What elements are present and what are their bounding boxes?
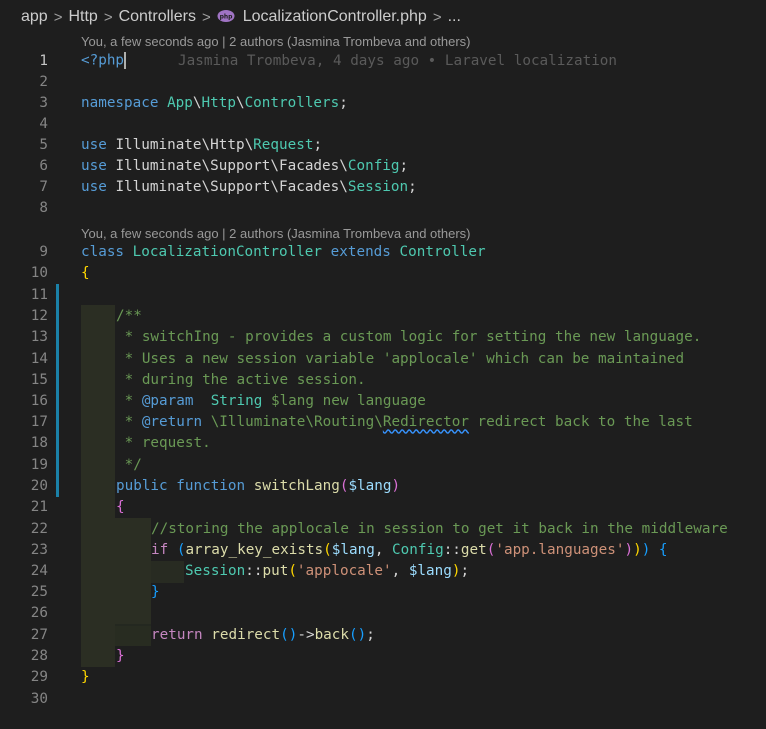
breadcrumb-file[interactable]: LocalizationController.php bbox=[243, 8, 427, 26]
doc-comment-param: * @param String $lang new language bbox=[116, 392, 426, 409]
line-number: 24 bbox=[30, 562, 48, 579]
line-number: 17 bbox=[30, 413, 48, 430]
line-number: 3 bbox=[39, 94, 48, 111]
line-number: 23 bbox=[30, 541, 48, 558]
doc-comment-line: * Uses a new session variable 'applocale… bbox=[116, 350, 685, 367]
code-editor[interactable]: You, a few seconds ago | 2 authors (Jasm… bbox=[0, 34, 766, 729]
php-open-tag: <?php bbox=[81, 52, 125, 69]
function-close-brace: } bbox=[116, 647, 125, 664]
line-number: 14 bbox=[30, 350, 48, 367]
line-number: 4 bbox=[39, 115, 48, 132]
function-open-brace: { bbox=[116, 498, 125, 515]
doc-comment-line: /** bbox=[116, 307, 142, 324]
line-number: 27 bbox=[30, 626, 48, 643]
line-number: 13 bbox=[30, 328, 48, 345]
line-number: 5 bbox=[39, 136, 48, 153]
line-number: 22 bbox=[30, 520, 48, 537]
return-statement: return redirect()->back(); bbox=[151, 626, 375, 643]
if-close-brace: } bbox=[151, 583, 160, 600]
doc-comment-line: * switchIng - provides a custom logic fo… bbox=[116, 328, 702, 345]
breadcrumb-http[interactable]: Http bbox=[68, 8, 97, 26]
line-number: 11 bbox=[30, 286, 48, 303]
line-number: 7 bbox=[39, 178, 48, 195]
line-number: 21 bbox=[30, 498, 48, 515]
doc-comment-line: * request. bbox=[116, 434, 211, 451]
line-number: 19 bbox=[30, 456, 48, 473]
line-number: 12 bbox=[30, 307, 48, 324]
php-file-icon: php bbox=[217, 9, 237, 26]
breadcrumb-more[interactable]: ... bbox=[448, 8, 461, 26]
function-declaration: public function switchLang($lang) bbox=[116, 477, 401, 494]
line-number: 30 bbox=[30, 690, 48, 707]
line-number: 8 bbox=[39, 199, 48, 216]
line-number: 18 bbox=[30, 434, 48, 451]
breadcrumb-app[interactable]: app bbox=[21, 8, 48, 26]
breadcrumb-controllers[interactable]: Controllers bbox=[119, 8, 196, 26]
line-number: 2 bbox=[39, 73, 48, 90]
namespace-statement: namespace App\Http\Controllers; bbox=[81, 94, 348, 111]
chevron-right-icon: > bbox=[103, 8, 113, 26]
class-close-brace: } bbox=[81, 668, 90, 685]
unresolved-type-warning[interactable]: Redirector bbox=[383, 414, 469, 430]
class-open-brace: { bbox=[81, 264, 90, 281]
if-statement: if (array_key_exists($lang, Config::get(… bbox=[151, 541, 668, 558]
line-number: 29 bbox=[30, 668, 48, 685]
use-statement: use Illuminate\Support\Facades\Session; bbox=[81, 178, 417, 195]
line-number: 15 bbox=[30, 371, 48, 388]
class-declaration: class LocalizationController extends Con… bbox=[81, 243, 486, 260]
doc-comment-return: * @return \Illuminate\Routing\Redirector… bbox=[116, 413, 693, 430]
doc-comment-line: * during the active session. bbox=[116, 371, 366, 388]
line-number: 16 bbox=[30, 392, 48, 409]
inline-comment: //storing the applocale in session to ge… bbox=[151, 520, 728, 537]
use-statement: use Illuminate\Support\Facades\Config; bbox=[81, 157, 409, 174]
line-number: 10 bbox=[30, 264, 48, 281]
codelens-authors[interactable]: You, a few seconds ago | 2 authors (Jasm… bbox=[81, 34, 471, 51]
line-number: 1 bbox=[39, 52, 48, 69]
line-number: 9 bbox=[39, 243, 48, 260]
breadcrumb: app > Http > Controllers > php Localizat… bbox=[0, 0, 766, 34]
svg-text:php: php bbox=[219, 13, 233, 20]
chevron-right-icon: > bbox=[53, 8, 63, 26]
use-statement: use Illuminate\Http\Request; bbox=[81, 136, 323, 153]
line-number: 25 bbox=[30, 583, 48, 600]
line-number: 26 bbox=[30, 604, 48, 621]
line-number: 28 bbox=[30, 647, 48, 664]
line-number: 20 bbox=[30, 477, 48, 494]
session-put-statement: Session::put('applocale', $lang); bbox=[185, 562, 470, 579]
chevron-right-icon: > bbox=[432, 8, 442, 26]
doc-comment-line: */ bbox=[116, 456, 142, 473]
git-blame-annotation: Jasmina Trombeva, 4 days ago • Laravel l… bbox=[178, 52, 618, 69]
text-cursor bbox=[124, 52, 127, 69]
chevron-right-icon: > bbox=[201, 8, 211, 26]
line-number: 6 bbox=[39, 157, 48, 174]
